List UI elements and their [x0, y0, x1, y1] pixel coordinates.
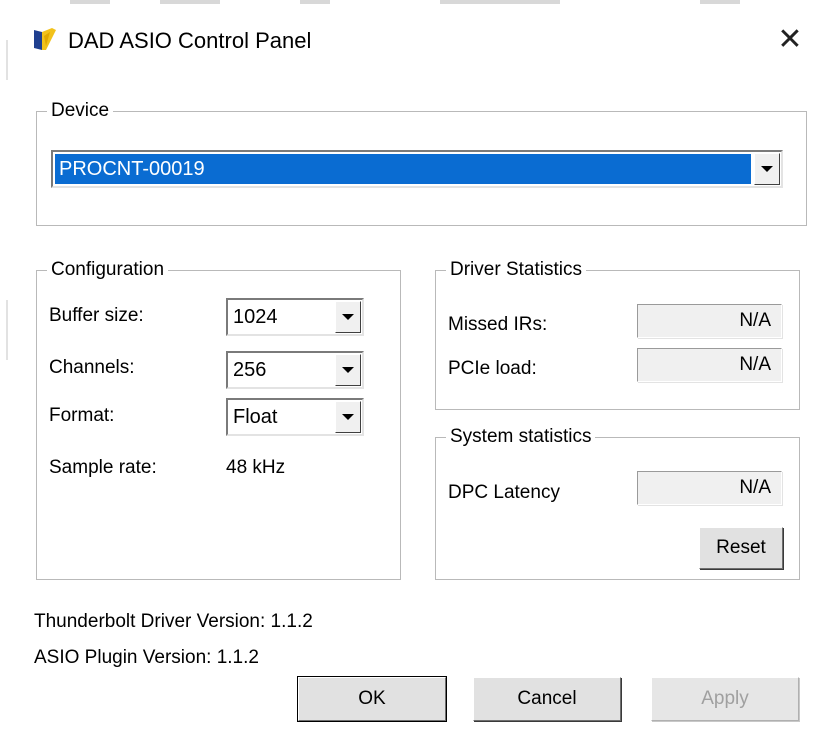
device-group: Device PROCNT-00019: [36, 99, 807, 226]
reset-button[interactable]: Reset: [699, 527, 783, 569]
format-label: Format:: [49, 405, 115, 426]
missed-irs-label: Missed IRs:: [448, 314, 548, 335]
chevron-down-icon: [342, 367, 354, 373]
sample-rate-value: 48 kHz: [226, 457, 286, 478]
system-statistics-group-title: System statistics: [446, 425, 596, 449]
chevron-down-icon: [342, 414, 354, 420]
buffer-size-dropdown-button[interactable]: [335, 301, 361, 333]
device-group-title: Device: [47, 99, 114, 123]
background-artifact: [70, 0, 110, 4]
pcie-load-label: PCIe load:: [448, 358, 537, 379]
cancel-button[interactable]: Cancel: [473, 677, 621, 721]
configuration-group: Configuration Buffer size: 1024 Channels…: [36, 258, 401, 580]
dpc-latency-label: DPC Latency: [448, 482, 560, 503]
asio-plugin-version: ASIO Plugin Version: 1.1.2: [34, 647, 259, 668]
dad-asio-control-panel-window: DAD ASIO Control Panel ✕ Device PROCNT-0…: [0, 0, 815, 735]
format-value: Float: [233, 405, 278, 428]
apply-button[interactable]: Apply: [651, 677, 799, 721]
configuration-group-title: Configuration: [47, 258, 169, 282]
dpc-latency-value: N/A: [637, 471, 782, 505]
background-artifact: [160, 0, 220, 4]
missed-irs-value: N/A: [637, 304, 782, 338]
close-icon[interactable]: ✕: [770, 20, 810, 60]
window-title: DAD ASIO Control Panel: [68, 28, 312, 53]
dad-logo-icon: [34, 28, 56, 50]
buffer-size-select[interactable]: 1024: [226, 298, 364, 336]
channels-value: 256: [233, 358, 267, 381]
ok-button[interactable]: OK: [297, 676, 447, 722]
system-statistics-group: System statistics DPC Latency N/A Reset: [435, 425, 800, 580]
buffer-size-label: Buffer size:: [49, 305, 144, 326]
pcie-load-value: N/A: [637, 348, 782, 382]
background-artifact: [6, 300, 8, 360]
device-dropdown-button[interactable]: [754, 153, 780, 185]
device-select[interactable]: PROCNT-00019: [51, 150, 783, 188]
buffer-size-value: 1024: [233, 305, 278, 328]
format-select[interactable]: Float: [226, 398, 364, 436]
device-selected-value: PROCNT-00019: [55, 154, 751, 184]
channels-dropdown-button[interactable]: [335, 354, 361, 386]
channels-label: Channels:: [49, 357, 135, 378]
format-dropdown-button[interactable]: [335, 401, 361, 433]
chevron-down-icon: [342, 314, 354, 320]
sample-rate-label: Sample rate:: [49, 457, 157, 478]
background-artifact: [300, 0, 330, 4]
chevron-down-icon: [761, 166, 773, 172]
background-artifact: [700, 0, 740, 4]
title-bar[interactable]: DAD ASIO Control Panel ✕: [0, 14, 815, 70]
driver-statistics-group-title: Driver Statistics: [446, 258, 586, 282]
thunderbolt-driver-version: Thunderbolt Driver Version: 1.1.2: [34, 611, 313, 632]
channels-select[interactable]: 256: [226, 351, 364, 389]
background-artifact: [440, 0, 560, 4]
driver-statistics-group: Driver Statistics Missed IRs: N/A PCIe l…: [435, 258, 800, 410]
